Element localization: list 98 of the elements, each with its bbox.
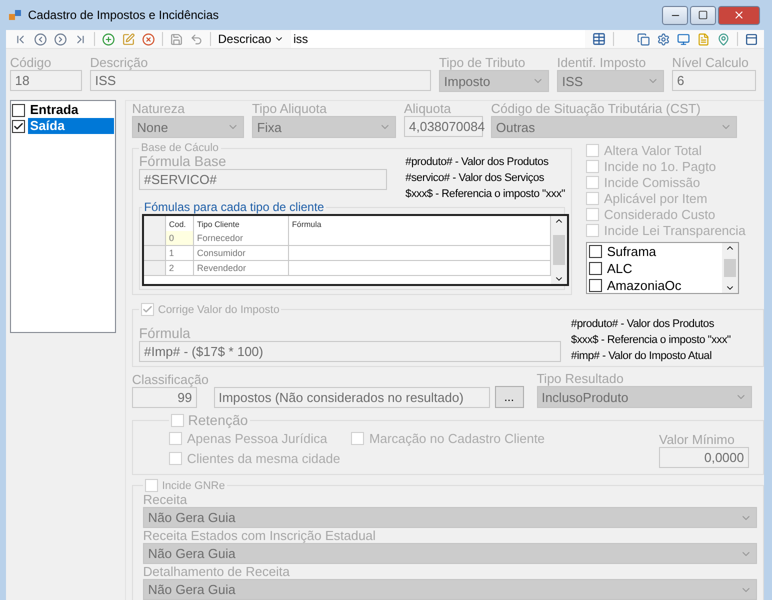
checkbox[interactable] — [589, 245, 602, 258]
field-label: Receita — [143, 492, 188, 507]
circle-chevron-right-icon[interactable] — [54, 32, 67, 46]
dropdown[interactable]: ISS — [557, 70, 664, 92]
text-field[interactable]: 4,038070084 — [404, 116, 483, 137]
app-icon — [8, 8, 22, 22]
scrollbar[interactable] — [722, 243, 738, 293]
checkbox-label: Incide GNRe — [162, 480, 225, 492]
checkbox-label: Altera Valor Total — [604, 142, 702, 158]
checkbox-label: ALC — [607, 261, 632, 276]
legend-text: #servico# - Valor dos Serviços — [405, 172, 546, 184]
scrollbar[interactable] — [551, 216, 567, 284]
table-cell: 1 — [166, 246, 194, 261]
checkbox-label: Retenção — [188, 412, 248, 428]
list-item[interactable]: Saída — [28, 118, 114, 134]
field-label: Aliquota — [404, 101, 451, 116]
text-field[interactable]: #SERVICO# — [139, 169, 388, 190]
field-label: Receita Estados com Inscrição Estadual — [143, 528, 376, 543]
window-title: Cadastro de Impostos e Incidências — [28, 8, 220, 22]
table-cell: Consumidor — [194, 246, 289, 261]
text-field[interactable]: 99 — [132, 387, 197, 408]
checkbox-label: Suframa — [607, 244, 656, 259]
dropdown[interactable]: Não Gera Guia — [143, 507, 757, 528]
map-pin-icon[interactable] — [717, 32, 730, 46]
legend-text: $xxx$ - Referencia o imposto "xxx" — [571, 334, 731, 346]
table-cell: Fornecedor — [194, 231, 289, 246]
maximize-icon — [698, 10, 708, 20]
checkbox[interactable] — [589, 279, 602, 292]
copy-icon[interactable] — [637, 32, 650, 46]
checkbox-label: Incide Lei Transparencia — [604, 222, 746, 238]
dropdown[interactable]: InclusoProduto — [536, 386, 752, 408]
text-field[interactable]: 6 — [672, 70, 756, 91]
text-field[interactable]: 0,0000 — [659, 447, 749, 468]
monitor-icon[interactable] — [677, 32, 690, 46]
text-field[interactable]: #Imp# - ($17$ * 100) — [139, 341, 561, 362]
dropdown[interactable]: Não Gera Guia — [143, 579, 757, 600]
table-cell: Revendedor — [194, 261, 289, 276]
save-icon[interactable] — [170, 32, 183, 46]
checkbox-label: Clientes da mesma cidade — [187, 450, 340, 466]
legend-text: #produto# - Valor dos Produtos — [405, 156, 550, 168]
minimize-button[interactable] — [662, 6, 688, 24]
checkbox[interactable] — [12, 120, 25, 132]
dropdown[interactable]: Não Gera Guia — [143, 543, 757, 564]
field-label: Tipo Aliquota — [252, 101, 327, 116]
search-column-dropdown[interactable]: Descricao — [218, 32, 284, 46]
checkbox-label: AmazoniaOc — [607, 278, 682, 293]
group-title: Base de Cáculo — [140, 142, 220, 154]
x-circle-icon[interactable] — [142, 32, 155, 46]
pencil-icon[interactable] — [122, 32, 135, 46]
checkbox-label: Aplicável por Item — [604, 190, 708, 206]
field-label: Tipo Resultado — [536, 371, 624, 386]
undo-icon[interactable] — [190, 32, 203, 46]
field-label: Descrição — [90, 55, 148, 70]
browse-button[interactable]: ... — [494, 386, 524, 408]
checkbox-label: Marcação no Cadastro Cliente — [369, 430, 545, 446]
close-icon — [733, 9, 745, 21]
field-label: Nível Calculo — [672, 55, 749, 70]
checkbox[interactable] — [589, 262, 602, 275]
field-label: Fórmula Base — [139, 154, 226, 169]
field-label: Fórmula — [139, 326, 190, 341]
text-field[interactable]: 18 — [10, 70, 82, 91]
legend-text: #imp# - Valor do Imposto Atual — [571, 350, 713, 362]
field-label: Tipo de Tributo — [439, 55, 526, 70]
dropdown[interactable]: Outras — [491, 116, 737, 138]
field-label: Valor Mínimo — [659, 432, 735, 447]
checkbox-label: Corrige Valor do Imposto — [158, 304, 280, 316]
checkbox[interactable] — [12, 104, 25, 116]
table-icon[interactable] — [592, 32, 606, 46]
dropdown[interactable]: Imposto — [439, 70, 549, 92]
search-field[interactable]: iss — [291, 30, 586, 48]
checkbox-label: Considerado Custo — [604, 206, 716, 222]
checkbox-label: Incide Comissão — [604, 174, 700, 190]
settings-icon[interactable] — [657, 32, 670, 46]
text-field[interactable]: ISS — [90, 70, 431, 91]
plus-circle-icon[interactable] — [102, 32, 115, 46]
close-button[interactable] — [718, 6, 760, 24]
field-label: Identif. Imposto — [557, 55, 646, 70]
table-cell: 0 — [166, 231, 194, 246]
circle-chevron-left-icon[interactable] — [34, 32, 47, 46]
maximize-button[interactable] — [690, 6, 716, 24]
field-label: Classificação — [132, 372, 209, 387]
table-cell: 2 — [166, 261, 194, 276]
document-icon[interactable] — [697, 32, 710, 46]
field-label: Natureza — [132, 101, 185, 116]
dropdown[interactable]: None — [132, 116, 244, 138]
field-label: Código de Situação Tributária (CST) — [491, 101, 701, 116]
field-label: Código — [10, 55, 52, 70]
field-label: Detalhamento de Receita — [143, 564, 290, 579]
chevron-last-icon[interactable] — [74, 32, 87, 46]
checkbox-label: Incide no 1o. Pagto — [604, 158, 716, 174]
group-title: Fómulas para cada tipo de cliente — [143, 200, 326, 214]
legend-text: $xxx$ - Referencia o imposto "xxx" — [405, 188, 565, 200]
panel-icon[interactable] — [745, 32, 758, 46]
dropdown[interactable]: Fixa — [252, 116, 396, 138]
legend-text: #produto# - Valor dos Produtos — [571, 318, 716, 330]
checkbox-label: Apenas Pessoa Jurídica — [187, 430, 328, 446]
list-item[interactable]: Entrada — [28, 102, 114, 118]
text-field[interactable]: Impostos (Não considerados no resultado) — [214, 387, 490, 408]
